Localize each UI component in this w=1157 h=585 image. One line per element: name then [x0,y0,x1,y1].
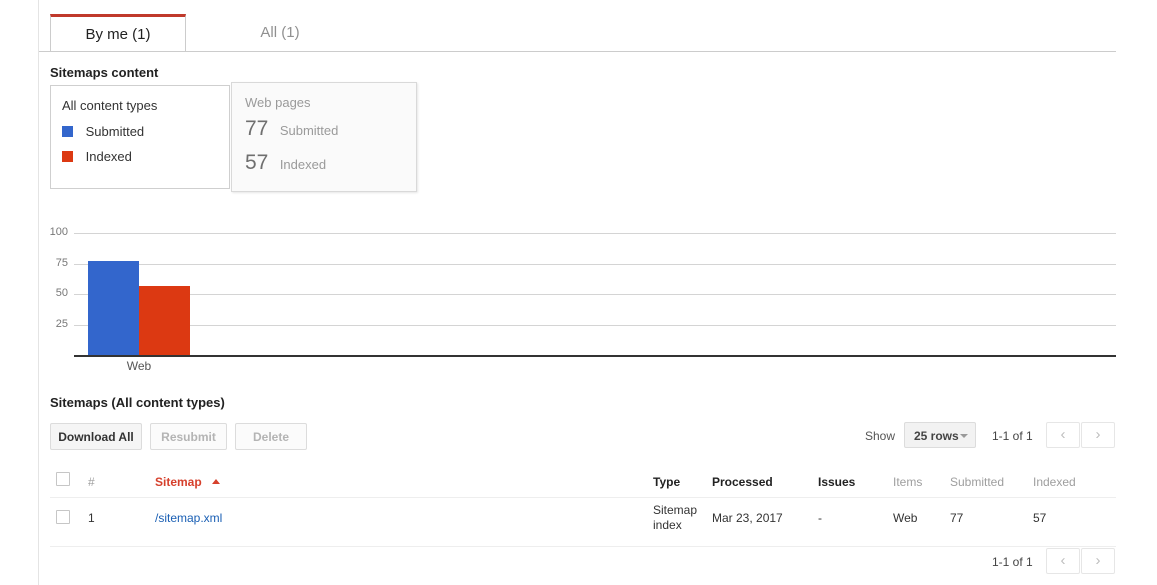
column-header-issues[interactable]: Issues [818,475,855,489]
column-header-sitemap-label: Sitemap [155,475,202,489]
y-axis-tick-label: 25 [38,318,68,330]
web-pages-submitted-stat: 77 Submitted [245,117,338,141]
delete-label: Delete [253,430,289,444]
card-all-content-types-title: All content types [62,98,157,113]
gridline [74,325,1116,326]
pagination-range-top: 1-1 of 1 [992,429,1033,443]
card-all-content-types[interactable]: All content types Submitted Indexed [50,85,230,189]
sort-ascending-icon [212,479,220,484]
chevron-right-icon: › [1082,423,1114,447]
chevron-left-icon: ‹ [1047,549,1079,573]
resubmit-button[interactable]: Resubmit [150,423,227,450]
web-pages-submitted-value: 77 [245,117,268,140]
legend-swatch-indexed [62,151,73,162]
chart-baseline [74,355,1116,357]
chart-bar-submitted[interactable] [88,261,139,355]
tab-by-me-label: By me (1) [85,26,150,43]
next-page-button-top[interactable]: › [1081,422,1115,448]
previous-page-button-top[interactable]: ‹ [1046,422,1080,448]
cell-sitemap-link[interactable]: /sitemap.xml [155,511,222,525]
y-axis-tick-label: 75 [38,257,68,269]
row-select-checkbox[interactable] [56,510,70,524]
cell-issues: - [818,511,822,525]
column-header-processed[interactable]: Processed [712,475,773,489]
download-all-label: Download All [58,430,134,444]
table-row[interactable]: 1 /sitemap.xml Sitemap index Mar 23, 201… [50,498,1116,547]
sitemaps-content-heading: Sitemaps content [50,65,158,80]
sitemaps-page: By me (1) All (1) Sitemaps content All c… [0,0,1157,585]
column-header-type[interactable]: Type [653,475,680,489]
legend-label-indexed: Indexed [86,149,132,164]
resubmit-label: Resubmit [161,430,216,444]
cell-processed: Mar 23, 2017 [712,511,783,525]
rows-per-page-select[interactable]: 25 rows [904,422,976,448]
cell-submitted: 77 [950,511,963,525]
sitemaps-table-heading: Sitemaps (All content types) [50,395,225,410]
chevron-down-icon [960,434,968,438]
column-header-indexed: Indexed [1033,475,1076,489]
chevron-left-icon: ‹ [1047,423,1079,447]
legend-item-indexed: Indexed [62,149,132,164]
gridline [74,233,1116,234]
cell-indexed: 57 [1033,511,1046,525]
y-axis-tick-label: 100 [38,226,68,238]
legend-swatch-submitted [62,126,73,137]
web-pages-submitted-label: Submitted [280,123,339,138]
cell-number: 1 [88,511,95,525]
cell-items: Web [893,511,917,525]
web-pages-indexed-stat: 57 Indexed [245,151,326,175]
sitemaps-bar-chart: 25 50 75 100 Web [38,205,1117,375]
delete-button[interactable]: Delete [235,423,307,450]
previous-page-button-bottom[interactable]: ‹ [1046,548,1080,574]
column-header-submitted: Submitted [950,475,1004,489]
sitemaps-table: # Sitemap Type Processed Issues Items Su… [50,464,1116,547]
tab-all-label: All (1) [260,24,299,41]
chevron-right-icon: › [1082,549,1114,573]
cell-type: Sitemap index [653,503,697,533]
column-header-number: # [88,475,95,489]
tab-bar-underline [39,51,1116,52]
next-page-button-bottom[interactable]: › [1081,548,1115,574]
web-pages-indexed-value: 57 [245,151,268,174]
tab-by-me[interactable]: By me (1) [50,14,186,51]
table-header-row: # Sitemap Type Processed Issues Items Su… [50,464,1116,498]
pagination-range-bottom: 1-1 of 1 [992,555,1033,569]
rows-per-page-value: 25 rows [914,429,959,443]
web-pages-indexed-label: Indexed [280,157,326,172]
y-axis-tick-label: 50 [38,287,68,299]
show-rows-label: Show [865,429,895,443]
chart-bar-indexed[interactable] [139,286,190,355]
tab-all[interactable]: All (1) [225,14,335,51]
column-header-items: Items [893,475,922,489]
x-axis-tick-label: Web [88,359,190,373]
card-web-pages-title: Web pages [245,95,311,110]
card-web-pages[interactable]: Web pages 77 Submitted 57 Indexed [231,82,417,192]
tab-bar: By me (1) All (1) [39,14,1116,52]
download-all-button[interactable]: Download All [50,423,142,450]
gridline [74,264,1116,265]
legend-label-submitted: Submitted [86,124,145,139]
legend-item-submitted: Submitted [62,124,144,139]
select-all-checkbox[interactable] [56,472,70,486]
gridline [74,294,1116,295]
column-header-sitemap[interactable]: Sitemap [155,475,220,489]
